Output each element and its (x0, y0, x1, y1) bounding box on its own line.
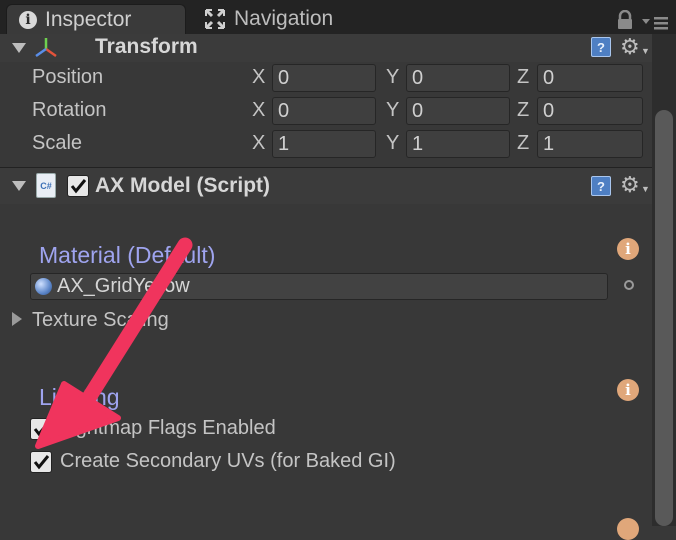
transform-title: Transform (95, 35, 198, 58)
transform-rows: Position X 0 Y 0 Z 0 Rotation X 0 Y 0 Z … (0, 62, 652, 164)
transform-axes-icon (35, 38, 57, 58)
info-icon[interactable] (617, 518, 639, 540)
secondary-uvs-label: Create Secondary UVs (for Baked GI) (60, 450, 396, 472)
info-icon[interactable]: i (617, 238, 639, 260)
axis-y-label: Y (386, 99, 400, 121)
position-y-field[interactable]: 0 (406, 64, 510, 92)
scale-x-field[interactable]: 1 (272, 130, 376, 158)
tab-inspector[interactable]: i Inspector (6, 4, 186, 34)
lightmap-flags-checkbox[interactable] (30, 418, 52, 440)
navigation-icon (204, 8, 226, 30)
check-icon (33, 455, 50, 470)
help-book-icon[interactable]: ? (591, 176, 611, 196)
tab-menu-icon[interactable] (640, 16, 670, 30)
tab-navigation[interactable]: Navigation (200, 4, 400, 34)
position-z-field[interactable]: 0 (537, 64, 643, 92)
position-label: Position (32, 66, 104, 88)
tab-inspector-label: Inspector (45, 7, 132, 31)
axis-z-label: Z (517, 99, 530, 121)
material-section-title: Material (Default) (39, 242, 216, 268)
transform-header[interactable]: Transform ? ⚙ ▼ (0, 34, 652, 62)
tab-navigation-label: Navigation (234, 7, 334, 30)
material-field-value: AX_GridYellow (57, 275, 190, 297)
axis-z-label: Z (517, 132, 530, 154)
scale-y-field[interactable]: 1 (406, 130, 510, 158)
rotation-x-field[interactable]: 0 (272, 97, 376, 125)
script-component-header[interactable]: C# AX Model (Script) ? ⚙ ▼ (0, 168, 652, 204)
help-book-icon[interactable]: ? (591, 37, 611, 57)
rotation-label: Rotation (32, 99, 107, 121)
check-icon (33, 422, 50, 437)
axis-x-label: X (252, 132, 266, 154)
material-sphere-icon (35, 278, 52, 295)
scale-label: Scale (32, 132, 83, 154)
rotation-y-field[interactable]: 0 (406, 97, 510, 125)
tab-bar: i Inspector Navigation (0, 0, 676, 34)
transform-foldout-icon[interactable] (12, 43, 26, 53)
texture-scaling-label[interactable]: Texture Scaling (32, 309, 169, 332)
info-icon: i (19, 10, 37, 29)
scrollbar-thumb[interactable] (655, 110, 673, 526)
lighting-section-title: Lighting (39, 384, 120, 410)
script-enabled-checkbox[interactable] (67, 175, 89, 197)
axis-y-label: Y (386, 66, 400, 88)
script-title: AX Model (Script) (95, 174, 271, 197)
axis-x-label: X (252, 66, 266, 88)
gear-icon[interactable]: ⚙ (620, 34, 640, 60)
script-foldout-icon[interactable] (12, 181, 26, 191)
axis-x-label: X (252, 99, 266, 121)
chevron-down-icon[interactable]: ▼ (641, 46, 650, 56)
info-icon[interactable]: i (617, 379, 639, 401)
lightmap-flags-label: Lightmap Flags Enabled (60, 417, 276, 439)
secondary-uvs-checkbox[interactable] (30, 451, 52, 473)
position-x-field[interactable]: 0 (272, 64, 376, 92)
material-object-field[interactable]: AX_GridYellow (30, 273, 608, 300)
axis-z-label: Z (517, 66, 530, 88)
axis-y-label: Y (386, 132, 400, 154)
scale-z-field[interactable]: 1 (537, 130, 643, 158)
check-icon (70, 179, 87, 194)
chevron-down-icon[interactable]: ▼ (641, 184, 650, 194)
gear-icon[interactable]: ⚙ (620, 172, 640, 198)
texture-scaling-foldout-icon[interactable] (12, 312, 22, 326)
lock-icon[interactable] (616, 10, 634, 30)
rotation-z-field[interactable]: 0 (537, 97, 643, 125)
csharp-script-icon: C# (36, 173, 56, 198)
object-picker-icon[interactable] (624, 280, 634, 290)
